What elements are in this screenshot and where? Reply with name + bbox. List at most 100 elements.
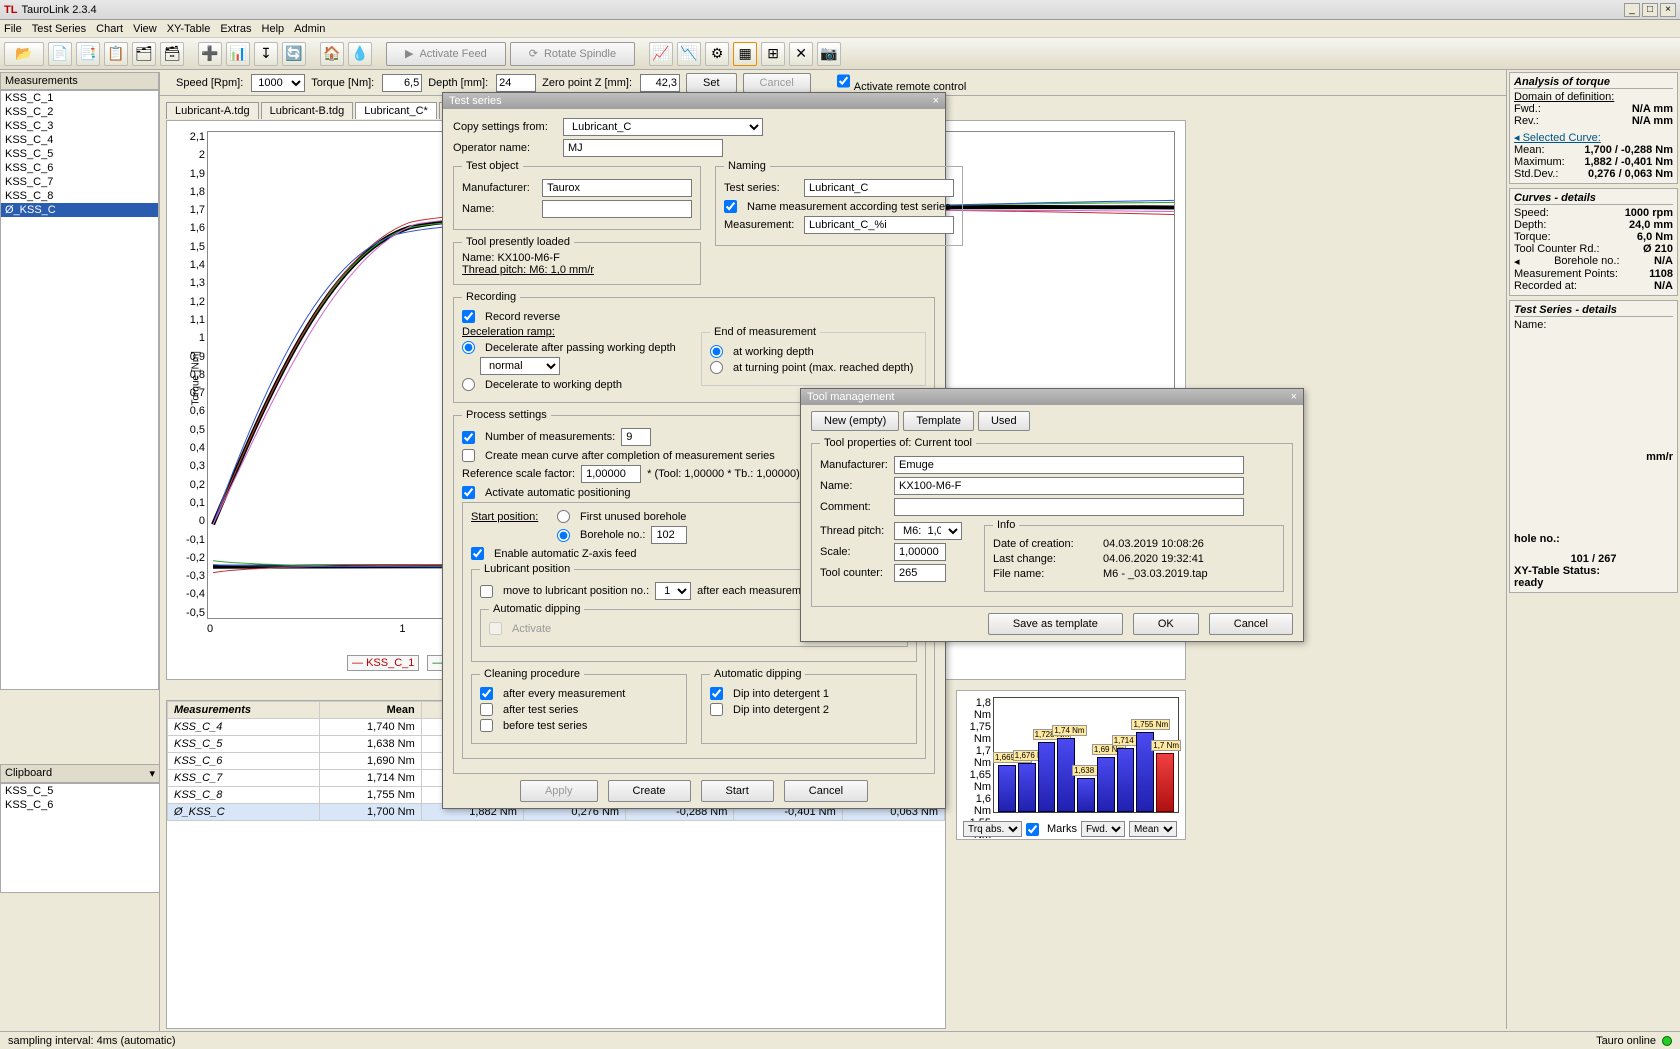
grid2-icon[interactable]: ⊞ <box>761 42 785 66</box>
list-item[interactable]: KSS_C_4 <box>1 133 158 147</box>
scale-input[interactable] <box>581 465 641 483</box>
list-item[interactable]: KSS_C_5 <box>1 147 158 161</box>
zfeed-checkbox[interactable] <box>471 547 484 560</box>
list-item[interactable]: KSS_C_6 <box>1 161 158 175</box>
menu-file[interactable]: File <box>4 23 22 35</box>
graph2-icon[interactable]: 📉 <box>677 42 701 66</box>
new-empty-button[interactable]: New (empty) <box>811 411 899 431</box>
decel-mode-select[interactable]: normal <box>480 357 560 375</box>
measurements-list[interactable]: KSS_C_1 KSS_C_2 KSS_C_3 KSS_C_4 KSS_C_5 … <box>0 90 159 690</box>
menu-chart[interactable]: Chart <box>96 23 123 35</box>
close-icon[interactable]: × <box>1291 391 1297 403</box>
rotate-spindle-button[interactable]: ⟳Rotate Spindle <box>510 42 635 66</box>
clipboard-dropdown-icon[interactable]: ▾ <box>149 767 155 780</box>
list-item[interactable]: KSS_C_8 <box>1 189 158 203</box>
list-item[interactable]: KSS_C_1 <box>1 91 158 105</box>
start-bore-input[interactable] <box>651 526 687 544</box>
ok-button[interactable]: OK <box>1133 613 1199 635</box>
decel-after-radio[interactable] <box>462 341 475 354</box>
open-icon[interactable]: 📂 <box>4 42 44 66</box>
list-item-selected[interactable]: Ø_KSS_C <box>1 203 158 217</box>
tool-cancel-button[interactable]: Cancel <box>1209 613 1293 635</box>
snap-icon[interactable]: ✕ <box>789 42 813 66</box>
tool-scale-input[interactable] <box>894 543 946 561</box>
testseries-name-input[interactable] <box>804 179 954 197</box>
doc-icon[interactable]: 📄 <box>48 42 72 66</box>
grid-icon[interactable]: ▦ <box>733 42 757 66</box>
testobj-name-input[interactable] <box>542 200 692 218</box>
chart-icon[interactable]: 📊 <box>226 42 250 66</box>
lubmove-checkbox[interactable] <box>480 585 493 598</box>
menu-extras[interactable]: Extras <box>220 23 251 35</box>
minimize-button[interactable]: _ <box>1624 3 1640 17</box>
create-button[interactable]: Create <box>608 780 691 802</box>
close-button[interactable]: × <box>1660 3 1676 17</box>
remote-checkbox[interactable] <box>837 72 850 90</box>
set-button[interactable]: Set <box>686 73 737 93</box>
menu-view[interactable]: View <box>133 23 157 35</box>
start-first-radio[interactable] <box>557 510 570 523</box>
num-meas-input[interactable] <box>621 428 651 446</box>
decel-to-radio[interactable] <box>462 378 475 391</box>
marks-checkbox[interactable] <box>1026 823 1039 836</box>
graph1-icon[interactable]: 📈 <box>649 42 673 66</box>
template-button[interactable]: Template <box>903 411 974 431</box>
tab-lubricant-a[interactable]: Lubricant-A.tdg <box>166 102 259 119</box>
dlg-cancel-button[interactable]: Cancel <box>784 780 868 802</box>
stack2-icon[interactable]: 🗃 <box>160 42 184 66</box>
apply-button[interactable]: Apply <box>520 780 598 802</box>
dip1-checkbox[interactable] <box>710 687 723 700</box>
speed-select[interactable]: 1000 <box>251 74 305 92</box>
doc-plus-icon[interactable]: ➕ <box>198 42 222 66</box>
menu-admin[interactable]: Admin <box>294 23 325 35</box>
name-measurement-checkbox[interactable] <box>724 200 737 213</box>
refresh-icon[interactable]: 🔄 <box>282 42 306 66</box>
zero-input[interactable] <box>640 74 680 92</box>
tab-lubricant-c[interactable]: Lubricant_C* <box>355 102 437 119</box>
copy-settings-select[interactable]: Lubricant_C <box>563 118 763 136</box>
list-item[interactable]: KSS_C_6 <box>1 798 159 812</box>
drop-icon[interactable]: 💧 <box>348 42 372 66</box>
menu-testseries[interactable]: Test Series <box>32 23 86 35</box>
start-button[interactable]: Start <box>701 780 774 802</box>
list-item[interactable]: KSS_C_3 <box>1 119 158 133</box>
bar-chart[interactable]: 1,8 Nm1,75 Nm1,7 Nm1,65 Nm1,6 Nm1,55 Nm … <box>956 690 1186 840</box>
dir-select[interactable]: Fwd. <box>1081 821 1125 837</box>
maximize-button[interactable]: □ <box>1642 3 1658 17</box>
stack-icon[interactable]: 🗂 <box>132 42 156 66</box>
clean-after-series-checkbox[interactable] <box>480 703 493 716</box>
operator-input[interactable] <box>563 139 723 157</box>
record-reverse-checkbox[interactable] <box>462 310 475 323</box>
pitch-select[interactable]: M6: 1,0 <box>894 522 962 540</box>
tab-lubricant-b[interactable]: Lubricant-B.tdg <box>261 102 354 119</box>
tool-name-input[interactable] <box>894 477 1244 495</box>
close-icon[interactable]: × <box>933 95 939 107</box>
clipboard-list[interactable]: KSS_C_5 KSS_C_6 <box>0 783 160 893</box>
menu-help[interactable]: Help <box>262 23 285 35</box>
home-icon[interactable]: 🏠 <box>320 42 344 66</box>
start-bore-radio[interactable] <box>557 529 570 542</box>
menu-xytable[interactable]: XY-Table <box>167 23 211 35</box>
manufacturer-input[interactable] <box>542 179 692 197</box>
stat-select[interactable]: Mean <box>1129 821 1177 837</box>
list-item[interactable]: KSS_C_5 <box>1 784 159 798</box>
lubno-select[interactable]: 1 <box>655 582 691 600</box>
dip2-checkbox[interactable] <box>710 703 723 716</box>
paste-icon[interactable]: 📋 <box>104 42 128 66</box>
depth-input[interactable] <box>496 74 536 92</box>
measurement-name-input[interactable] <box>804 216 954 234</box>
list-item[interactable]: KSS_C_2 <box>1 105 158 119</box>
eom-turning-radio[interactable] <box>710 361 723 374</box>
cancel-button[interactable]: Cancel <box>743 73 811 93</box>
torque-input[interactable] <box>382 74 422 92</box>
gear-icon[interactable]: ⚙ <box>705 42 729 66</box>
zero-icon[interactable]: ↧ <box>254 42 278 66</box>
tool-comment-input[interactable] <box>894 498 1244 516</box>
mean-curve-checkbox[interactable] <box>462 449 475 462</box>
copy-icon[interactable]: 📑 <box>76 42 100 66</box>
used-button[interactable]: Used <box>978 411 1030 431</box>
list-item[interactable]: KSS_C_7 <box>1 175 158 189</box>
tool-mfg-input[interactable] <box>894 456 1244 474</box>
trq-mode-select[interactable]: Trq abs. <box>963 821 1022 837</box>
save-template-button[interactable]: Save as template <box>988 613 1123 635</box>
